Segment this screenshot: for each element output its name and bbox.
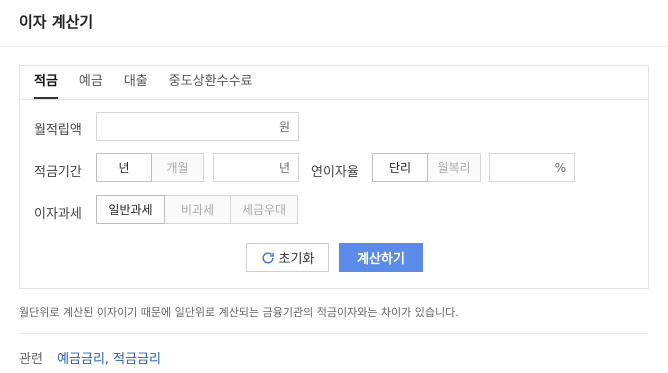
- tab-savings[interactable]: 적금: [34, 73, 58, 99]
- monthly-deposit-input[interactable]: 원: [96, 112, 299, 141]
- reset-button[interactable]: 초기화: [246, 243, 329, 272]
- tax-free-option[interactable]: 비과세: [164, 195, 231, 224]
- period-year-option[interactable]: 년: [96, 153, 152, 182]
- related-separator: ,: [104, 352, 114, 367]
- tabs-divider: [20, 99, 648, 100]
- period-month-option[interactable]: 개월: [151, 153, 204, 182]
- year-unit: 년: [278, 161, 290, 175]
- calculate-button[interactable]: 계산하기: [339, 243, 423, 272]
- disclaimer-note: 월단위로 계산된 이자이기 때문에 일단위로 계산되는 금융기관의 적금이자와는…: [19, 306, 459, 319]
- won-unit: 원: [278, 120, 290, 134]
- related-label: 관련: [19, 352, 43, 367]
- period-input[interactable]: 년: [213, 153, 299, 182]
- tab-prepayment-fee[interactable]: 중도상환수수료: [169, 73, 253, 99]
- note-divider: [19, 333, 649, 334]
- tab-deposit[interactable]: 예금: [79, 73, 103, 99]
- title-divider: [0, 46, 668, 47]
- period-unit-toggle: 년 개월: [96, 153, 204, 182]
- reset-button-label: 초기화: [278, 252, 315, 267]
- monthly-deposit-label: 월적립액: [34, 123, 82, 138]
- savings-rate-link[interactable]: 적금금리: [113, 352, 161, 367]
- deposit-rate-link[interactable]: 예금금리: [57, 352, 105, 367]
- rate-compound-option[interactable]: 월복리: [427, 153, 481, 182]
- rate-type-toggle: 단리 월복리: [372, 153, 481, 182]
- period-label: 적금기간: [34, 165, 82, 180]
- tax-preferential-option[interactable]: 세금우대: [230, 195, 298, 224]
- percent-unit: %: [554, 160, 566, 175]
- rate-label: 연이자율: [311, 165, 359, 180]
- tab-bar: 적금 예금 대출 중도상환수수료: [34, 73, 274, 99]
- page-title: 이자 계산기: [19, 13, 94, 31]
- rate-input[interactable]: %: [489, 153, 575, 182]
- tax-general-option[interactable]: 일반과세: [96, 195, 165, 224]
- tax-label: 이자과세: [34, 207, 82, 222]
- refresh-icon: [262, 251, 274, 263]
- tab-loan[interactable]: 대출: [124, 73, 148, 99]
- tax-type-toggle: 일반과세 비과세 세금우대: [96, 195, 298, 224]
- related-links: 관련 예금금리, 적금금리: [19, 348, 161, 367]
- rate-simple-option[interactable]: 단리: [372, 153, 428, 182]
- calculator-card: 적금 예금 대출 중도상환수수료 월적립액 원 적금기간 년 개월 년 연이자율…: [19, 65, 649, 289]
